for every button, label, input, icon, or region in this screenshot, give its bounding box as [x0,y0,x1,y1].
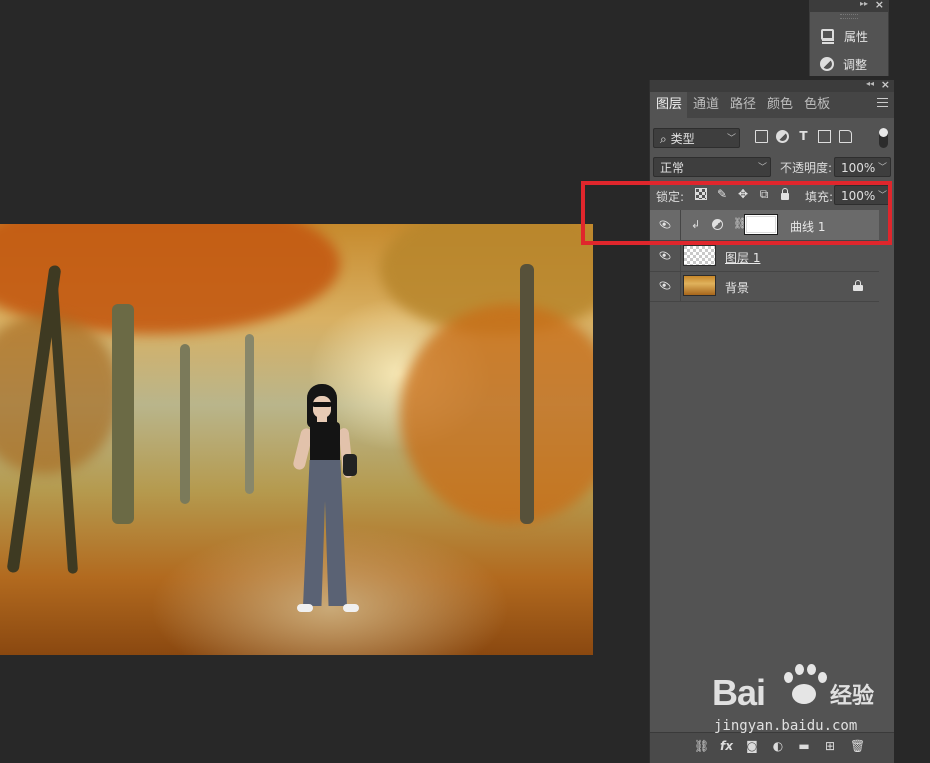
filter-type-icon[interactable]: T [797,130,810,143]
properties-button[interactable]: 属性 [820,26,868,46]
eye-icon [658,217,672,232]
panel-tabs: 图层 通道 路径 颜色 色板 [650,92,894,118]
lock-label: 锁定: [656,190,685,204]
tab-swatches[interactable]: 色板 [798,92,835,118]
close-icon[interactable]: × [875,0,884,11]
visibility-toggle[interactable] [650,271,681,301]
fill-label: 填充: [805,190,834,204]
layer-thumbnail[interactable] [683,245,716,266]
chevron-down-icon: ﹀ [726,134,736,144]
tab-paths[interactable]: 路径 [724,92,761,118]
opacity-value: 100% [841,161,876,175]
layers-panel: ◂◂ × 图层 通道 路径 颜色 色板 ⌕ 类型 ﹀ T 正常 ﹀ 不透明度: [649,78,894,763]
tree-trunk [520,264,534,524]
visibility-toggle[interactable] [650,210,681,240]
adjustments-label: 调整 [843,57,868,72]
panel-grip[interactable] [840,14,858,19]
lock-position-icon[interactable]: ✥ [737,188,749,200]
filter-smart-object-icon[interactable] [839,130,852,143]
layer-row-curves-1[interactable]: ↲ ⛓ 曲线 1 [650,210,879,241]
baidu-jingyan-watermark: Bai 经验 jingyan.baidu.com [712,662,882,742]
canvas-document-image[interactable] [0,224,593,655]
layer-name[interactable]: 背景 [725,279,749,296]
filter-toggle-switch[interactable] [879,128,888,148]
filter-adjustment-icon[interactable] [776,130,789,143]
filter-kind-select[interactable]: ⌕ 类型 ﹀ [653,128,740,148]
opacity-label: 不透明度: [780,161,833,175]
filter-shape-icon[interactable] [818,130,831,143]
properties-adjustments-panel: ▸▸ × 属性 调整 [809,0,889,76]
eye-icon [658,248,672,263]
layer-row-layer-1[interactable]: 图层 1 [650,241,879,272]
eye-icon [658,278,672,293]
woman-figure [285,384,375,624]
layer-filter-row: ⌕ 类型 ﹀ T [653,128,891,150]
lock-artboard-icon[interactable]: ⧉ [758,188,770,200]
blend-mode-select[interactable]: 正常 ﹀ [653,157,771,177]
lock-fill-row: 锁定: ✎ ✥ ⧉ 填充: 100% ﹀ [653,185,891,207]
adjustments-button[interactable]: 调整 [820,54,867,74]
chevron-down-icon: ﹀ [757,163,767,173]
paw-logo-icon [780,662,830,712]
watermark-url: jingyan.baidu.com [714,718,858,734]
layer-row-background[interactable]: 背景 [650,271,879,302]
opacity-field[interactable]: 100% ﹀ [834,157,891,177]
curves-adjustment-icon [712,219,723,230]
layer-mask-thumbnail[interactable] [744,214,778,235]
adjustments-icon [820,57,834,71]
layer-thumbnail[interactable] [683,275,716,296]
tree-trunk [112,304,134,524]
panel-title-bar[interactable]: ◂◂ × [650,78,894,92]
watermark-brand-suffix: 经验 [830,684,875,709]
filter-pixel-icon[interactable] [755,130,768,143]
lock-icon [853,280,863,291]
properties-icon [820,28,835,44]
layer-name[interactable]: 曲线 1 [790,218,825,235]
filter-kind-value: 类型 [670,132,695,146]
foliage-right [400,304,593,524]
tree-trunk [180,344,190,504]
chevron-down-icon: ﹀ [877,191,887,201]
tab-channels[interactable]: 通道 [687,92,724,118]
tree-trunk [245,334,254,494]
visibility-toggle[interactable] [650,241,681,271]
collapse-icon[interactable]: ▸▸ [860,0,868,8]
collapse-icon[interactable]: ◂◂ [866,79,874,88]
watermark-brand: Bai [712,672,766,713]
close-icon[interactable]: × [881,78,890,91]
link-layers-icon[interactable]: ⛓ [694,740,709,752]
blend-mode-value: 正常 [660,161,685,175]
properties-label: 属性 [844,29,869,44]
chevron-down-icon: ﹀ [877,163,887,173]
lock-image-pixels-icon[interactable]: ✎ [716,188,728,200]
lock-all-icon[interactable] [779,188,791,200]
fill-field[interactable]: 100% ﹀ [834,185,891,205]
layer-name[interactable]: 图层 1 [725,249,760,266]
fill-value: 100% [841,189,876,203]
tab-color[interactable]: 颜色 [761,92,798,118]
lock-transparent-pixels-icon[interactable] [695,188,707,200]
tab-layers[interactable]: 图层 [650,92,688,118]
panel-title-bar[interactable]: ▸▸ × [810,0,888,12]
panel-menu-icon[interactable] [877,98,888,110]
search-icon: ⌕ [660,132,667,146]
clipping-mask-icon: ↲ [691,218,701,231]
blend-opacity-row: 正常 ﹀ 不透明度: 100% ﹀ [653,157,891,179]
